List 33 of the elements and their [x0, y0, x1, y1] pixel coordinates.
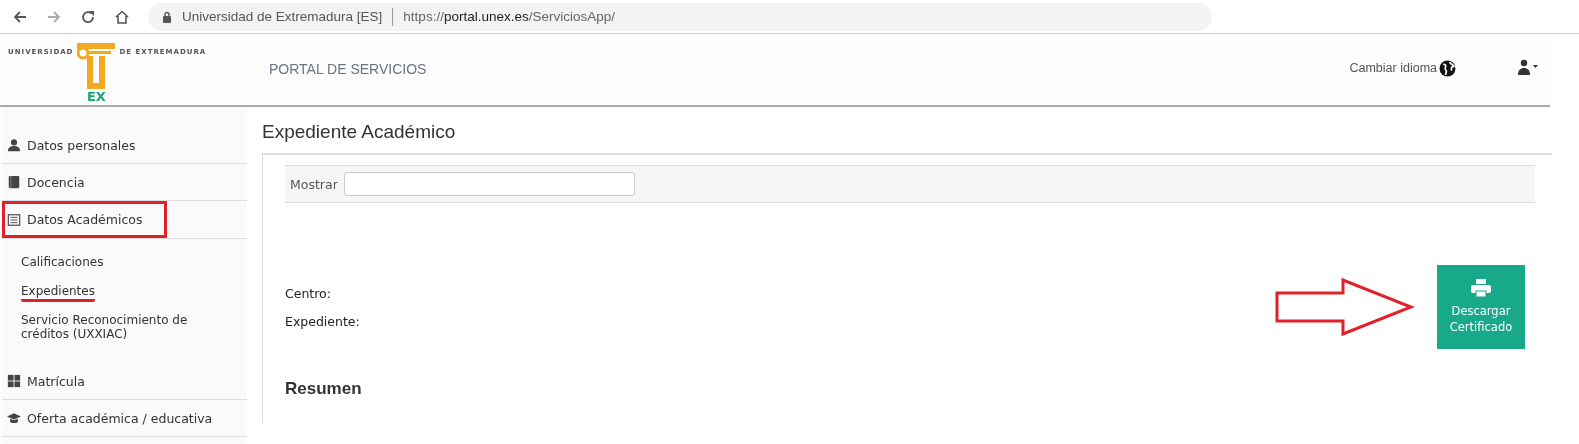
person-icon — [7, 138, 21, 152]
field-label: Centro: — [285, 285, 332, 301]
sidebar-item[interactable]: Datos personales — [2, 127, 247, 164]
column-logo-icon — [77, 43, 116, 91]
printer-icon — [1471, 278, 1491, 297]
filter-input[interactable] — [343, 172, 635, 196]
user-menu-icon[interactable] — [1518, 59, 1538, 75]
field-label: Expediente: — [285, 313, 361, 329]
reload-icon[interactable] — [80, 8, 96, 25]
page-title: Expediente Académico — [262, 120, 457, 144]
lock-icon — [162, 10, 172, 23]
book-icon — [7, 175, 21, 189]
sidebar-item[interactable]: Matrícula — [2, 363, 247, 400]
back-icon[interactable] — [12, 8, 28, 25]
grid-icon — [7, 374, 21, 388]
sidebar-item[interactable]: Docencia — [2, 164, 247, 201]
portal-title: PORTAL DE SERVICIOS — [269, 61, 428, 77]
address-bar[interactable]: Universidad de Extremadura [ES] https://portal.unex.es/ServiciosApp/ — [148, 2, 1212, 31]
language-link[interactable]: Cambiar idioma — [1349, 61, 1437, 75]
globe-icon[interactable] — [1439, 60, 1456, 77]
sidebar-item[interactable]: Oferta académica / educativa — [2, 400, 247, 437]
submenu-link[interactable]: Calificaciones — [21, 255, 104, 273]
section-title: Resumen — [285, 379, 363, 399]
graduation-cap-icon — [7, 411, 21, 425]
logo-text: EX — [86, 89, 106, 104]
submenu-link[interactable]: Expedientes — [21, 284, 95, 302]
submenu-link[interactable]: Servicio Reconocimiento de créditos (UXXIAC) — [21, 313, 237, 345]
filter-label: Mostrar — [290, 176, 338, 192]
home-icon[interactable] — [114, 8, 130, 25]
list-icon — [7, 212, 21, 227]
url-text: https://portal.unex.es/ServiciosApp/ — [403, 9, 615, 24]
sidebar-item[interactable]: Datos Académicos — [2, 201, 167, 238]
site-name: Universidad de Extremadura [ES] — [182, 9, 383, 24]
